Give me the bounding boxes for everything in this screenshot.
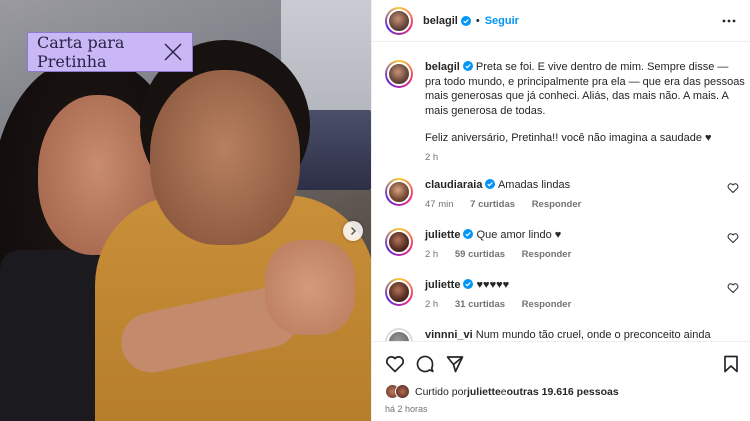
caption-time: 2 h: [425, 151, 439, 163]
comment-username[interactable]: juliette: [425, 279, 460, 291]
caption: belagil Preta se foi. E vive dentro de m…: [385, 60, 745, 163]
comment-likes[interactable]: 59 curtidas: [455, 249, 505, 260]
comment-text: Que amor lindo ♥: [476, 229, 562, 241]
letter-sticker: Carta para Pretinha: [27, 32, 193, 72]
comment-username[interactable]: vinnni_vi: [425, 329, 473, 341]
post-header: belagil • Seguir: [372, 0, 750, 42]
author-username[interactable]: belagil: [423, 15, 458, 27]
comment-time: 2 h: [425, 298, 439, 310]
comments-list[interactable]: belagil Preta se foi. E vive dentro de m…: [372, 43, 750, 341]
caption-username[interactable]: belagil: [425, 61, 460, 73]
comment-likes[interactable]: 31 curtidas: [455, 299, 505, 310]
comment-time: 2 h: [425, 248, 439, 260]
more-options-icon[interactable]: [722, 14, 736, 28]
reply-button[interactable]: Responder: [532, 199, 582, 210]
verified-badge-icon: [463, 229, 474, 239]
commenter-avatar[interactable]: [385, 178, 413, 206]
comment-username[interactable]: claudiaraia: [425, 179, 482, 191]
caption-text: Preta se foi. E vive dentro de mim. Semp…: [425, 61, 745, 117]
liked-by-others[interactable]: outras 19.616 pessoas: [507, 386, 619, 398]
liked-by-summary[interactable]: Curtido por juliette e outras 19.616 pes…: [385, 384, 619, 399]
like-comment-heart-icon[interactable]: [727, 282, 739, 294]
post-timestamp[interactable]: há 2 horas: [385, 404, 428, 414]
liker-avatar: [395, 384, 410, 399]
reply-button[interactable]: Responder: [522, 249, 572, 260]
share-icon[interactable]: [445, 354, 465, 374]
hands: [265, 240, 355, 335]
verified-badge-icon: [485, 179, 496, 189]
next-photo-button[interactable]: [343, 221, 363, 241]
instagram-post-view: Carta para Pretinha belagil • Seguir bel…: [0, 0, 750, 421]
comment-text: ♥♥♥♥♥: [476, 279, 510, 291]
reply-button[interactable]: Responder: [522, 299, 572, 310]
comment-item: juliette ♥♥♥♥♥ 2 h 31 curtidas Responder: [385, 278, 745, 310]
heart-icon[interactable]: [385, 354, 405, 374]
comment-icon[interactable]: [415, 354, 435, 374]
commenter-avatar[interactable]: [385, 278, 413, 306]
follow-button[interactable]: Seguir: [485, 15, 519, 27]
post-side-panel: belagil • Seguir belagil Preta se foi. E…: [371, 0, 750, 421]
commenter-avatar[interactable]: [385, 228, 413, 256]
liked-by-prefix: Curtido por: [415, 385, 467, 398]
verified-badge-icon: [462, 61, 473, 71]
comment-time: 47 min: [425, 198, 454, 210]
post-photo[interactable]: Carta para Pretinha: [0, 0, 371, 421]
commenter-avatar[interactable]: [385, 328, 413, 341]
like-comment-heart-icon[interactable]: [727, 232, 739, 244]
comment-item: juliette Que amor lindo ♥ 2 h 59 curtida…: [385, 228, 745, 260]
chevron-right-icon: [350, 226, 357, 236]
woman-right-face: [150, 70, 300, 245]
like-comment-heart-icon[interactable]: [727, 182, 739, 194]
comment-likes[interactable]: 7 curtidas: [470, 199, 515, 210]
caption-avatar[interactable]: [385, 60, 413, 88]
bookmark-icon[interactable]: [721, 354, 741, 374]
comment-text: Num mundo tão cruel, onde o preconceito …: [475, 329, 711, 341]
verified-badge-icon: [460, 15, 471, 26]
caption-text-2: Feliz aniversário, Pretinha!! você não i…: [425, 132, 712, 144]
comment-username[interactable]: juliette: [425, 229, 460, 241]
liked-by-user[interactable]: juliette: [467, 386, 501, 398]
comment-item: vinnni_vi Num mundo tão cruel, onde o pr…: [385, 328, 745, 341]
comment-item: claudiaraia Amadas lindas 47 min 7 curti…: [385, 178, 745, 210]
author-avatar[interactable]: [385, 6, 413, 35]
post-actions-bar: Curtido por juliette e outras 19.616 pes…: [372, 341, 750, 421]
comment-text: Amadas lindas: [497, 179, 571, 191]
close-x-icon: [164, 43, 182, 61]
separator-dot: •: [475, 14, 480, 27]
verified-badge-icon: [463, 279, 474, 289]
